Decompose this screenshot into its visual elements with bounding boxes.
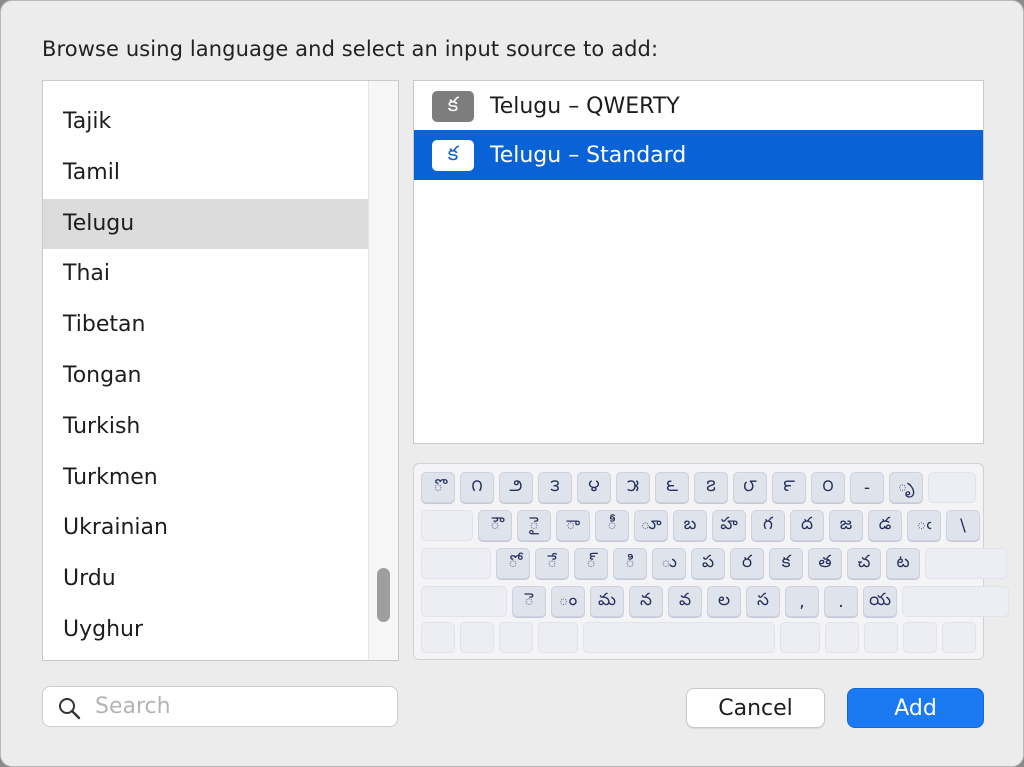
keyboard-key bbox=[421, 622, 455, 653]
keyboard-key: ౨ bbox=[499, 472, 533, 503]
keyboard-key bbox=[421, 548, 491, 579]
keyboard-key bbox=[942, 622, 976, 653]
keyboard-key bbox=[421, 510, 473, 541]
keyboard-key bbox=[902, 586, 1009, 617]
language-item[interactable]: Thai bbox=[43, 249, 369, 300]
keyboard-key: న bbox=[629, 586, 663, 617]
keyboard-key: ్ bbox=[574, 548, 608, 579]
language-item[interactable]: Telugu bbox=[43, 198, 369, 250]
keyboard-key bbox=[421, 586, 507, 617]
input-source-list[interactable]: క Telugu – QWERTY క Telugu – Standard bbox=[413, 80, 984, 444]
input-source-item[interactable]: క Telugu – QWERTY bbox=[414, 81, 983, 131]
keyboard-key: ై bbox=[517, 510, 551, 541]
keyboard-key: హ bbox=[712, 510, 746, 541]
keyboard-key: \ bbox=[946, 510, 980, 541]
keyboard-key bbox=[583, 622, 775, 653]
keyboard-key: ల bbox=[707, 586, 741, 617]
keyboard-key: బ bbox=[673, 510, 707, 541]
keyboard-key: ౧ bbox=[460, 472, 494, 503]
cancel-button[interactable]: Cancel bbox=[686, 688, 825, 728]
keyboard-key: ౌ bbox=[478, 510, 512, 541]
keyboard-key: - bbox=[850, 472, 884, 503]
keyboard-key: ం bbox=[551, 586, 585, 617]
keyboard-key: ె bbox=[512, 586, 546, 617]
keyboard-key: ో bbox=[496, 548, 530, 579]
keyboard-key: ఁ bbox=[907, 510, 941, 541]
keyboard-key: ౭ bbox=[694, 472, 728, 503]
language-item[interactable]: Ukrainian bbox=[43, 503, 369, 554]
keyboard-key bbox=[928, 472, 976, 503]
search-field[interactable] bbox=[42, 686, 398, 727]
language-item[interactable]: Tibetan bbox=[43, 300, 369, 351]
language-item[interactable]: Tamil bbox=[43, 148, 369, 199]
keyboard-key: ా bbox=[556, 510, 590, 541]
language-list[interactable]: Tajik Tamil Telugu Thai Tibetan Tongan Turkish… bbox=[42, 80, 399, 661]
keyboard-key: క bbox=[769, 548, 803, 579]
telugu-script-icon: క bbox=[432, 90, 474, 122]
language-item[interactable]: Tajik bbox=[43, 97, 369, 148]
keyboard-layout-preview: ొ ౧ ౨ ౩ ౪ ౫ ౬ ౭ ౮ ౯ ౦-ృౌైాీూ బ హ గ ద జ డఁ \ోే్ిు ప ర క త చ టెం మ… bbox=[413, 463, 1009, 660]
keyboard-key: జ bbox=[829, 510, 863, 541]
keyboard-key: ౯ bbox=[772, 472, 806, 503]
keyboard-key: ౪ bbox=[577, 472, 611, 503]
keyboard-key: స bbox=[746, 586, 780, 617]
language-list-scrollbar[interactable] bbox=[368, 81, 398, 660]
keyboard-key: ౮ bbox=[733, 472, 767, 503]
keyboard-key bbox=[925, 548, 1007, 579]
input-source-label: Telugu – Standard bbox=[490, 142, 687, 168]
search-icon bbox=[59, 698, 81, 720]
language-item[interactable]: Urdu bbox=[43, 554, 369, 605]
keyboard-key: గ bbox=[751, 510, 785, 541]
language-item[interactable]: Tongan bbox=[43, 351, 369, 402]
keyboard-key: ౬ bbox=[655, 472, 689, 503]
keyboard-key bbox=[499, 622, 533, 653]
keyboard-key bbox=[864, 622, 898, 653]
input-source-label: Telugu – QWERTY bbox=[490, 93, 680, 119]
telugu-script-icon: క bbox=[432, 139, 474, 171]
keyboard-key: చ bbox=[847, 548, 881, 579]
keyboard-key bbox=[538, 622, 578, 653]
keyboard-key: ీ bbox=[595, 510, 629, 541]
add-input-source-sheet: Browse using language and select an inpu… bbox=[0, 0, 1024, 767]
keyboard-key: ర bbox=[730, 548, 764, 579]
search-input[interactable] bbox=[95, 687, 385, 726]
keyboard-key bbox=[780, 622, 820, 653]
keyboard-key: ౫ bbox=[616, 472, 650, 503]
keyboard-key: మ bbox=[590, 586, 624, 617]
keyboard-key bbox=[903, 622, 937, 653]
keyboard-key bbox=[825, 622, 859, 653]
add-button[interactable]: Add bbox=[847, 688, 984, 728]
keyboard-key: ద bbox=[790, 510, 824, 541]
language-item[interactable]: Turkmen bbox=[43, 453, 369, 504]
keyboard-key: త bbox=[808, 548, 842, 579]
input-source-item[interactable]: క Telugu – Standard bbox=[414, 130, 983, 180]
sheet-prompt: Browse using language and select an inpu… bbox=[42, 37, 659, 61]
keyboard-key: ృ bbox=[889, 472, 923, 503]
language-rows: Tajik Tamil Telugu Thai Tibetan Tongan Turkish… bbox=[43, 97, 369, 656]
keyboard-key: వ bbox=[668, 586, 702, 617]
keyboard-key: ప bbox=[691, 548, 725, 579]
scrollbar-thumb[interactable] bbox=[377, 568, 390, 622]
keyboard-key: ట bbox=[886, 548, 920, 579]
keyboard-key: . bbox=[824, 586, 858, 617]
keyboard-key: డ bbox=[868, 510, 902, 541]
keyboard-key: ూ bbox=[634, 510, 668, 541]
keyboard-key: ౩ bbox=[538, 472, 572, 503]
keyboard-key: య bbox=[863, 586, 897, 617]
language-item[interactable]: Turkish bbox=[43, 402, 369, 453]
language-item[interactable]: Uyghur bbox=[43, 605, 369, 656]
keyboard-key: ి bbox=[613, 548, 647, 579]
keyboard-key: , bbox=[785, 586, 819, 617]
keyboard-key: ే bbox=[535, 548, 569, 579]
keyboard-key: ు bbox=[652, 548, 686, 579]
keyboard-key: ొ bbox=[421, 472, 455, 503]
keyboard-key: ౦ bbox=[811, 472, 845, 503]
keyboard-key bbox=[460, 622, 494, 653]
